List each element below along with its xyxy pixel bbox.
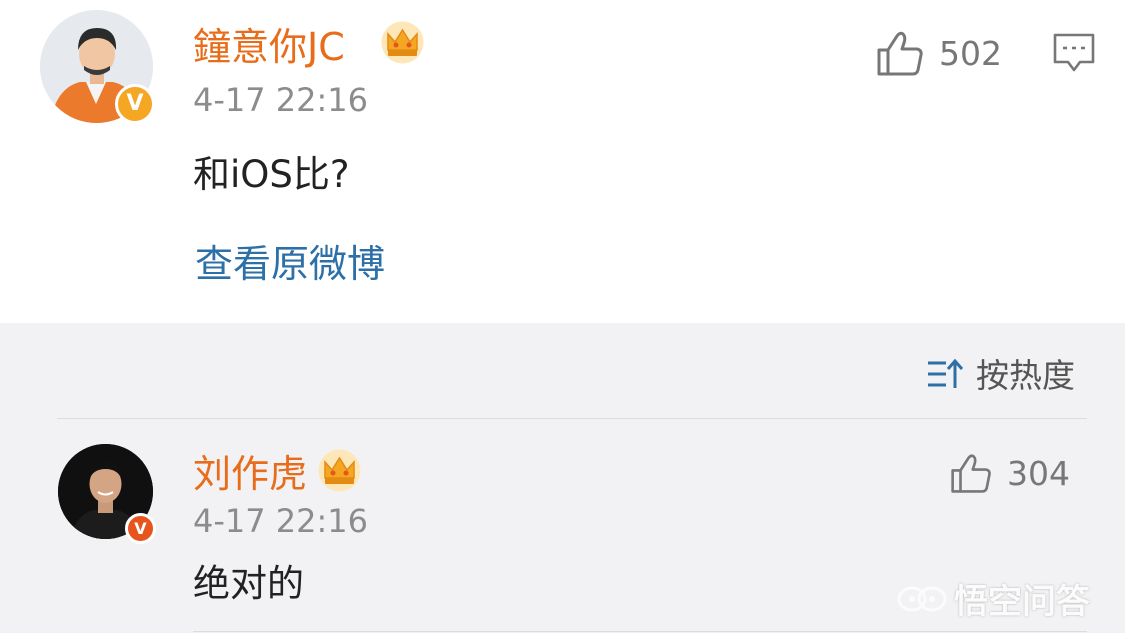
username[interactable]: 鐘意你JC xyxy=(193,28,345,66)
sort-label: 按热度 xyxy=(976,355,1075,395)
like-count: 304 xyxy=(1007,454,1070,493)
timestamp: 4-17 22:16 xyxy=(193,502,369,540)
verified-badge: V xyxy=(125,513,156,544)
sort-icon xyxy=(928,358,964,388)
view-original-post-link[interactable]: 查看原微博 xyxy=(195,245,385,283)
crown-icon xyxy=(318,449,361,492)
like-count: 502 xyxy=(939,34,1002,73)
sort-by-popularity-button[interactable]: 按热度 xyxy=(926,355,1075,395)
wukong-logo-icon xyxy=(897,586,947,611)
verified-badge: V xyxy=(115,84,155,124)
username[interactable]: 刘作虎 xyxy=(193,455,307,493)
watermark-text: 悟空问答 xyxy=(954,582,1090,622)
divider xyxy=(193,631,1087,632)
comment-icon[interactable] xyxy=(1053,33,1095,73)
timestamp: 4-17 22:16 xyxy=(193,81,369,119)
thumbs-up-icon[interactable] xyxy=(876,30,924,76)
comment-text: 绝对的 xyxy=(193,562,304,605)
verified-badge-label: V xyxy=(126,91,144,116)
crown-icon xyxy=(381,21,424,64)
comment-text: 和iOS比? xyxy=(193,153,350,196)
divider xyxy=(57,418,1087,419)
thumbs-up-icon[interactable] xyxy=(950,452,992,494)
watermark: 悟空问答 xyxy=(896,574,1090,623)
verified-badge-label: V xyxy=(134,519,147,538)
